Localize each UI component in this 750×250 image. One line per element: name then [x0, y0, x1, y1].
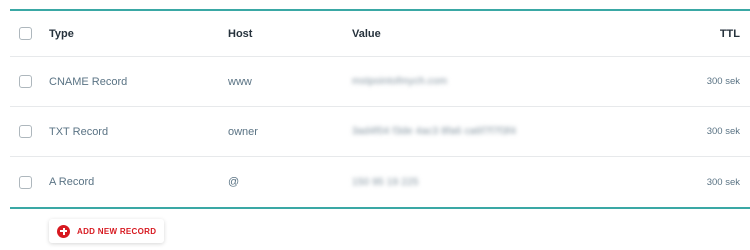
table-header-row: Type Host Value TTL [10, 11, 750, 57]
row-select-cell [19, 57, 33, 106]
column-header-value[interactable]: Value [352, 11, 381, 56]
record-host: owner [228, 125, 258, 138]
record-value: 150 95 19 225 [352, 176, 419, 188]
record-ttl: 300 sek [706, 126, 740, 137]
column-header-host[interactable]: Host [228, 11, 252, 56]
row-select-cell [19, 107, 33, 156]
row-checkbox[interactable] [19, 125, 32, 138]
add-new-record-label: ADD NEW RECORD [77, 226, 157, 236]
record-host: @ [228, 176, 240, 188]
record-type: TXT Record [49, 125, 109, 138]
dns-records-table: Type Host Value TTL CNAME Record www mst… [10, 9, 750, 209]
table-row[interactable]: TXT Record owner 3ad4f04 f3de 4ac3 8fa6 … [10, 107, 750, 157]
record-ttl: 300 sek [706, 176, 740, 188]
row-select-cell [19, 157, 33, 207]
record-type: A Record [49, 176, 95, 188]
record-value: 3ad4f04 f3de 4ac3 8fa6 ca6f7f7f3f4 [352, 126, 517, 137]
plus-circle-icon [57, 224, 70, 238]
row-checkbox[interactable] [19, 175, 32, 189]
record-ttl: 300 sek [706, 76, 740, 87]
column-header-type[interactable]: Type [49, 11, 74, 56]
table-bottom-rule [10, 207, 750, 209]
column-header-ttl[interactable]: TTL [720, 11, 740, 56]
row-checkbox[interactable] [19, 75, 32, 88]
select-all-checkbox[interactable] [19, 27, 32, 40]
table-row[interactable]: CNAME Record www mstpointofmych.com 300 … [10, 57, 750, 107]
record-host: www [228, 75, 252, 88]
record-value: mstpointofmych.com [352, 76, 448, 87]
record-type: CNAME Record [49, 75, 128, 88]
add-new-record-button[interactable]: ADD NEW RECORD [49, 219, 165, 243]
table-row[interactable]: A Record @ 150 95 19 225 300 sek [10, 157, 750, 207]
select-all-cell [19, 11, 33, 56]
